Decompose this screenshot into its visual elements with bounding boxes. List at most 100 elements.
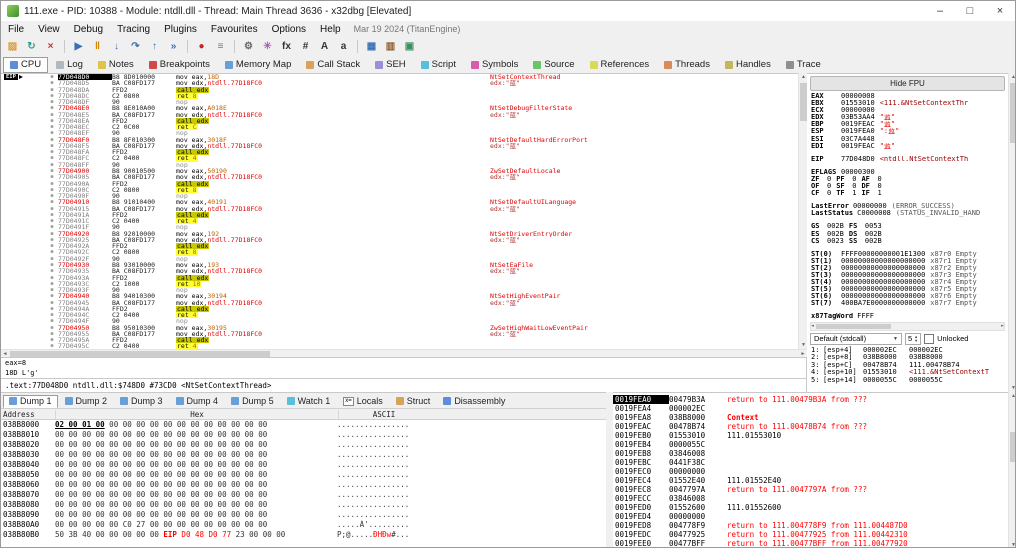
tab-struct[interactable]: Struct [390,395,437,408]
hide-fpu-button[interactable]: Hide FPU [810,76,1005,91]
dump-row[interactable]: 038B8010 00 00 00 00 00 00 00 00 00 00 00… [1,430,606,440]
stack-row[interactable]: 0019FED8 004778F9 return to 111.004778F9 f… [613,521,1008,530]
hash-icon[interactable]: # [297,39,314,55]
register-esp[interactable]: ESP 0019FEA0 ":蓝" [807,128,1008,135]
stack-row[interactable]: 0019FEA4 000002EC [613,404,1008,413]
magic-wand-icon[interactable]: ✳ [259,39,276,55]
stack-pane[interactable]: 0019FEA0 00479B3A return to 111.00479B3A f… [613,392,1008,547]
args-count-spinner[interactable]: 5 ▲ ▼ [905,332,922,345]
menu-file[interactable]: File [1,23,31,36]
run-icon[interactable]: ▶ [70,39,87,55]
register-esi[interactable]: ESI 03C7A448 [807,136,1008,143]
image-icon[interactable]: ▣ [401,39,418,55]
tab-cpu[interactable]: CPU [3,57,49,73]
stack-row[interactable]: 0019FEDC 00477925 return to 111.00477925 f… [613,530,1008,539]
tab-script[interactable]: Script [414,57,463,73]
register-st-2[interactable]: ST(2) 00000000000000000000 x87r2 Empty [807,265,1008,272]
stack-row[interactable]: 0019FEC8 0047797A return to 111.0047797A f… [613,485,1008,494]
dump-row[interactable]: 038B8000 02 00 01 00 00 00 00 00 00 00 00… [1,420,606,430]
register-eflags[interactable]: EFLAGS 00000300 [807,169,1008,176]
tab-source[interactable]: Source [526,57,581,73]
register-st-3[interactable]: ST(3) 00000000000000000000 x87r3 Empty [807,272,1008,279]
tab-threads[interactable]: Threads [657,57,717,73]
register-ebx[interactable]: EBX 01553010 <111.&NtSetContextThr [807,100,1008,107]
run-to-user-code-icon[interactable]: » [165,39,182,55]
tab-dump-2[interactable]: Dump 2 [59,395,114,408]
register-edi[interactable]: EDI 0019FEAC "蓝" [807,143,1008,150]
font-upper-icon[interactable]: A [316,39,333,55]
register-x87tagword[interactable]: x87TagWord FFFF [807,313,1008,320]
register-ecx[interactable]: ECX 00000000 [807,107,1008,114]
dump-row[interactable]: 038B8040 00 00 00 00 00 00 00 00 00 00 00… [1,460,606,470]
tab-symbols[interactable]: Symbols [464,57,525,73]
dump-row[interactable]: 038B80A0 00 00 00 00 00 C0 27 00 00 00 00… [1,520,606,530]
menu-view[interactable]: View [31,23,67,36]
pane-splitter[interactable] [606,392,613,547]
menu-tracing[interactable]: Tracing [110,23,157,36]
fpu-hscrollbar[interactable]: ◄ ► [810,321,1005,331]
stack-trace-icon[interactable]: ≡ [212,39,229,55]
step-out-icon[interactable]: ↑ [146,39,163,55]
menu-favourites[interactable]: Favourites [204,23,265,36]
tab-locals[interactable]: x= Locals [337,395,389,408]
register-st-5[interactable]: ST(5) 00000000000000000000 x87r5 Empty [807,286,1008,293]
stack-row[interactable]: 0019FEC0 00000000 [613,467,1008,476]
stack-row[interactable]: 0019FEA0 00479B3A return to 111.00479B3A f… [613,395,1008,404]
menu-debug[interactable]: Debug [67,23,110,36]
stack-vscrollbar[interactable]: ▲ ▼ [1008,392,1015,547]
stack-row[interactable]: 0019FED0 01552600 111.01552600 [613,503,1008,512]
stack-row[interactable]: 0019FEC4 01552E40 111.01552E40 [613,476,1008,485]
register-eip[interactable]: EIP 77D048D0 <ntdll.NtSetContextTh [807,156,1008,163]
fx-icon[interactable]: fx [278,39,295,55]
register-st-4[interactable]: ST(4) 00000000000000000000 x87r4 Empty [807,279,1008,286]
stack-row[interactable]: 0019FEB8 03846008 [613,449,1008,458]
tab-disassembly[interactable]: Disassembly [437,395,511,408]
tab-references[interactable]: References [583,57,657,73]
tab-call-stack[interactable]: Call Stack [299,57,367,73]
tab-dump-3[interactable]: Dump 3 [114,395,169,408]
tab-breakpoints[interactable]: Breakpoints [142,57,217,73]
stack-row[interactable]: 0019FEB4 0000055C [613,440,1008,449]
stack-row[interactable]: 0019FECC 03846008 [613,494,1008,503]
tab-dump-4[interactable]: Dump 4 [170,395,225,408]
tab-trace[interactable]: Trace [779,57,828,73]
stack-row[interactable]: 0019FEE0 00477BFF return to 111.00477BFF f… [613,539,1008,547]
stack-row[interactable]: 0019FEAC 00478B74 return to 111.00478B74 f… [613,422,1008,431]
tab-notes[interactable]: Notes [91,57,141,73]
dump-row[interactable]: 038B80B0 50 3B 40 00 00 00 00 00 EIP D0 4… [1,530,606,540]
registers-vscrollbar[interactable]: ▲ ▼ [1008,73,1015,392]
dump-row[interactable]: 038B8050 00 00 00 00 00 00 00 00 00 00 00… [1,470,606,480]
settings-icon[interactable]: ⚙ [240,39,257,55]
help-book-icon[interactable]: ▥ [382,39,399,55]
register-st-0[interactable]: ST(0) FFFF00000000001E1300 x87r0 Empty [807,251,1008,258]
open-file-icon[interactable]: ▨ [4,39,21,55]
tab-watch-1[interactable]: Watch 1 [281,395,337,408]
close-debuggee-icon[interactable]: × [42,39,59,55]
dump-row[interactable]: 038B8020 00 00 00 00 00 00 00 00 00 00 00… [1,440,606,450]
menu-plugins[interactable]: Plugins [157,23,204,36]
maximize-button[interactable]: □ [955,1,985,21]
stack-arg-5[interactable]: 5: [esp+14] 0000055C 0000055C [807,376,1008,385]
breakpoint-icon[interactable]: ● [193,39,210,55]
register-st-6[interactable]: ST(6) 00000000000000000000 x87r6 Empty [807,293,1008,300]
register-eax[interactable]: EAX 00000008 [807,93,1008,100]
tab-memory-map[interactable]: Memory Map [218,57,298,73]
register-st-1[interactable]: ST(1) 00000000000000000000 x87r1 Empty [807,258,1008,265]
close-button[interactable]: × [985,1,1015,21]
tab-dump-1[interactable]: Dump 1 [3,395,58,408]
menu-options[interactable]: Options [265,23,313,36]
dump-row[interactable]: 038B8060 00 00 00 00 00 00 00 00 00 00 00… [1,480,606,490]
disassembly-pane[interactable]: EIP ● 77D048D0 B8 8D010000 mov eax,18D NtSetC… [1,73,808,350]
register-laststatus[interactable]: LastStatus C0000008 (STATUS_INVALID_HAND [807,210,1008,217]
stack-row[interactable]: 0019FEB0 01553010 111.01553010 [613,431,1008,440]
unlocked-checkbox[interactable] [924,333,935,344]
register-edx[interactable]: EDX 03B53AA4 "蓝" [807,114,1008,121]
dump-row[interactable]: 038B8080 00 00 00 00 00 00 00 00 00 00 00… [1,500,606,510]
stack-row[interactable]: 0019FEA8 038B8000 Context [613,413,1008,422]
font-lower-icon[interactable]: a [335,39,352,55]
tab-seh[interactable]: SEH [368,57,413,73]
tab-handles[interactable]: Handles [718,57,778,73]
dump-row[interactable]: 038B8090 00 00 00 00 00 00 00 00 00 00 00… [1,510,606,520]
menu-help[interactable]: Help [313,23,348,36]
dump-row[interactable]: 038B8030 00 00 00 00 00 00 00 00 00 00 00… [1,450,606,460]
